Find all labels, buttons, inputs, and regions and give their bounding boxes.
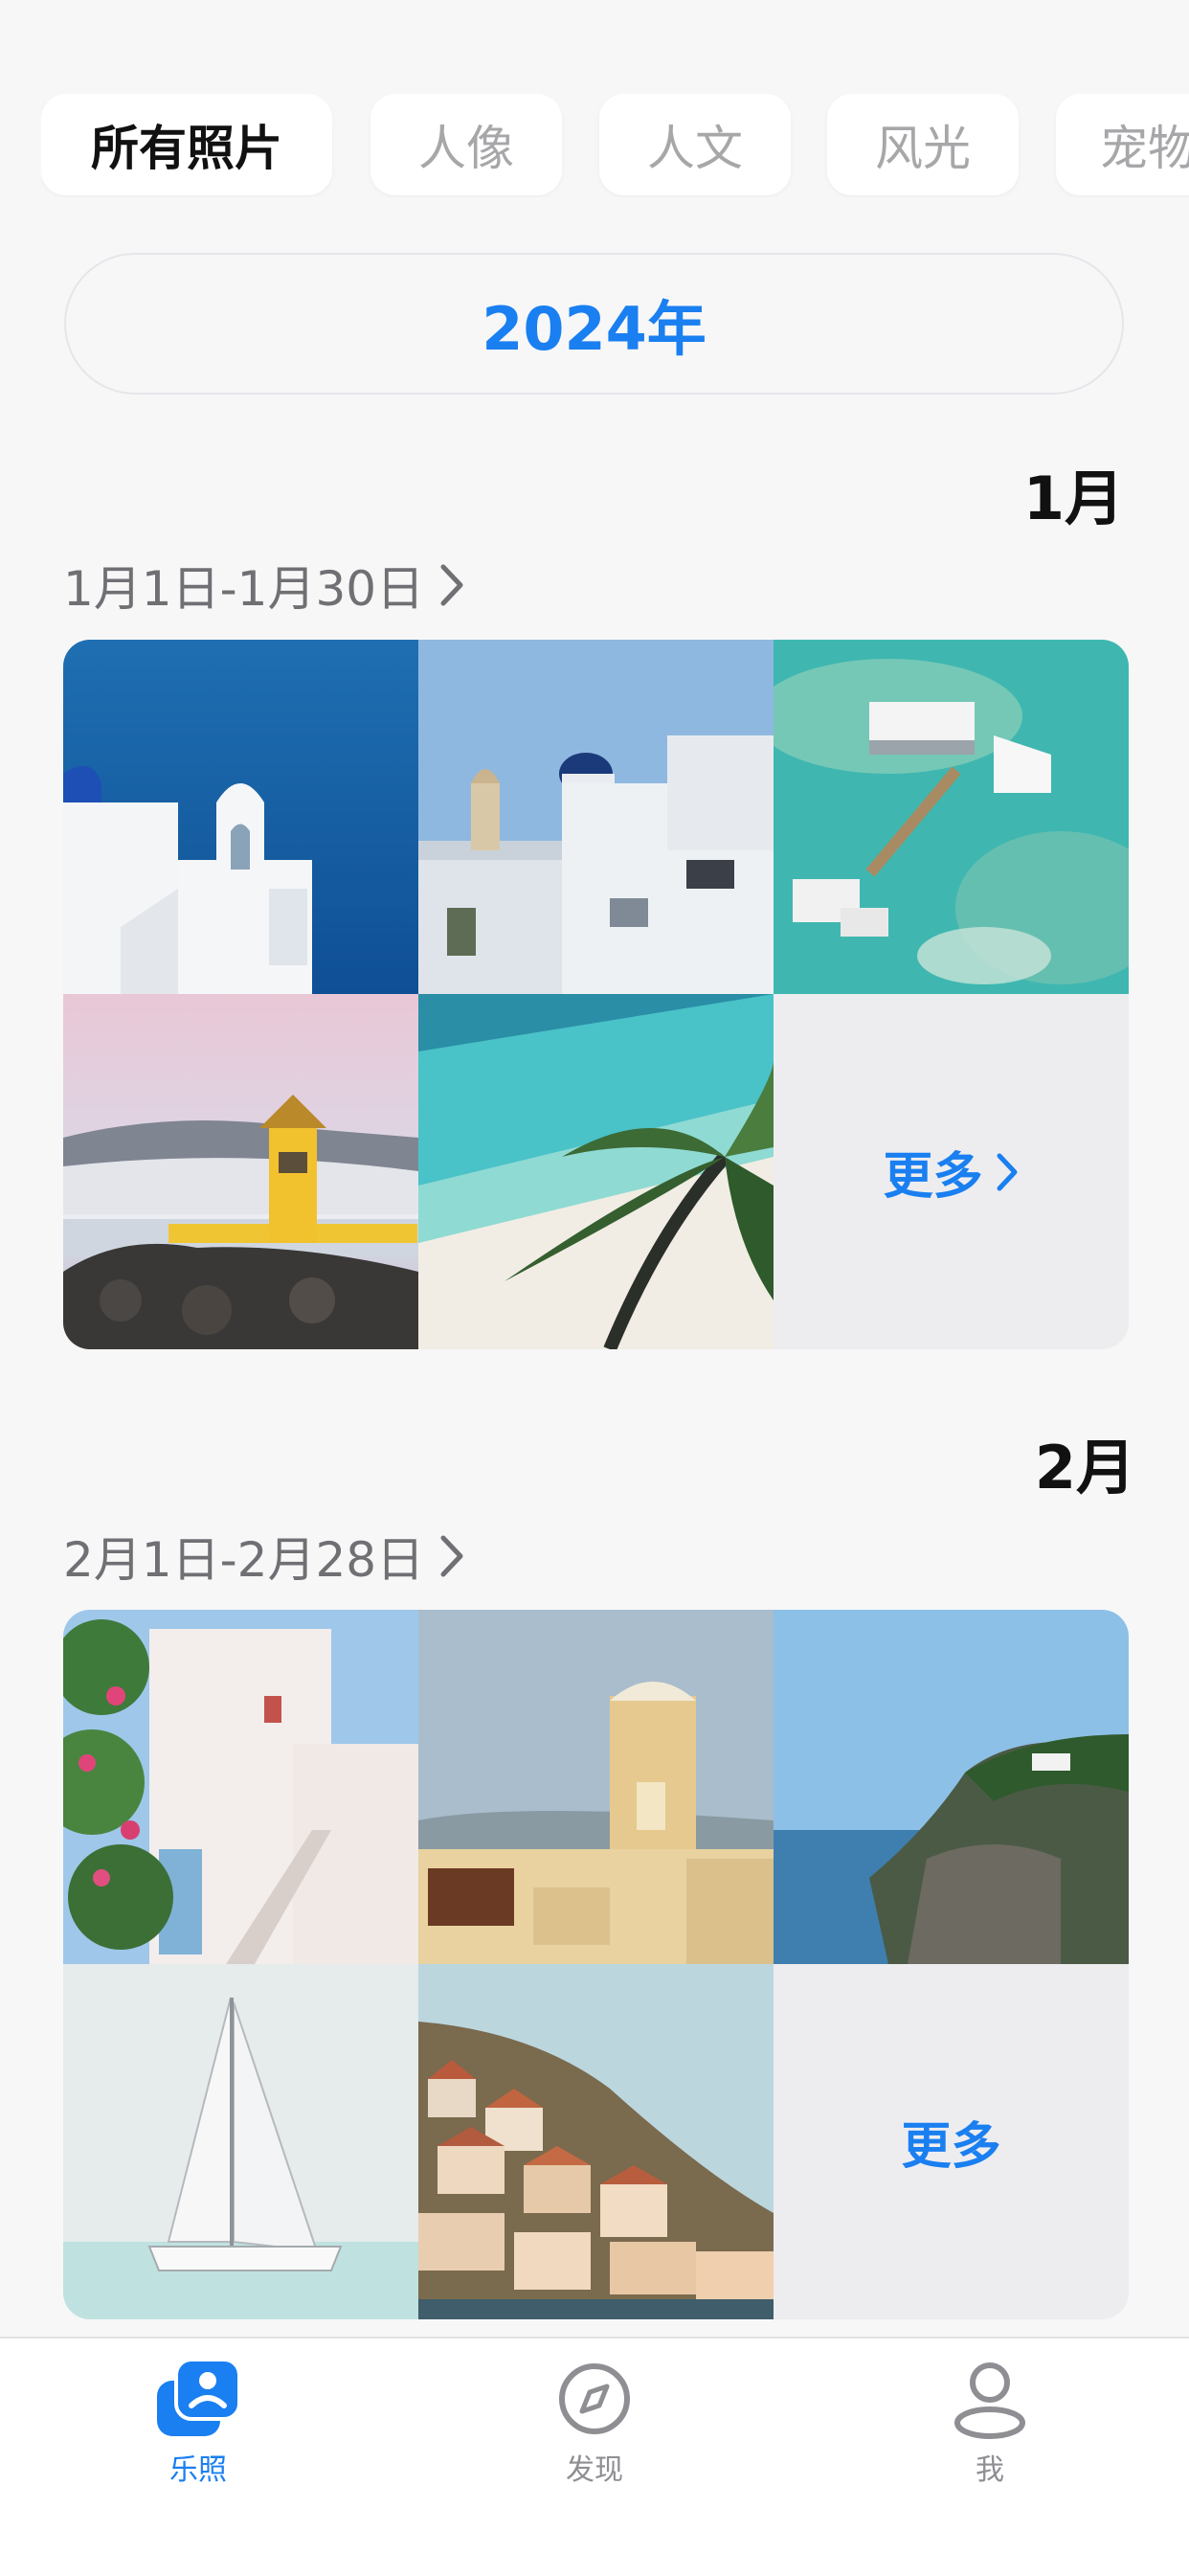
photo-tile[interactable] — [418, 994, 774, 1349]
tab-label: 发现 — [566, 2453, 623, 2487]
date-range-link-january[interactable]: 1月1日-1月30日 — [63, 552, 466, 619]
photo-tile[interactable] — [418, 1610, 774, 1964]
more-button-content: 更多 — [883, 1136, 1019, 1208]
date-range-label: 1月1日-1月30日 — [63, 561, 425, 617]
chip-culture[interactable]: 人文 — [599, 94, 791, 195]
month-title-january: 1月 — [1022, 463, 1124, 533]
chip-portrait[interactable]: 人像 — [370, 94, 562, 195]
tab-label: 我 — [976, 2453, 1004, 2487]
more-label: 更多 — [883, 1148, 983, 1206]
photo-tile[interactable] — [63, 1610, 418, 1964]
chip-label: 宠物 — [1100, 121, 1189, 176]
chevron-right-icon — [440, 1535, 463, 1577]
tab-photos[interactable]: 乐照 — [102, 2358, 294, 2501]
year-label: 2024年 — [482, 294, 707, 364]
photos-icon — [157, 2358, 241, 2436]
photo-white-village-church — [418, 640, 774, 994]
chip-label: 人像 — [418, 121, 514, 176]
chip-label: 人文 — [647, 121, 743, 176]
profile-icon — [954, 2362, 1025, 2439]
chip-label: 风光 — [875, 121, 971, 176]
chip-landscape[interactable]: 风光 — [827, 94, 1019, 195]
date-range-label: 2月1日-2月28日 — [63, 1532, 425, 1588]
photo-grid-january: 更多 — [63, 640, 1129, 1349]
photo-white-catamaran — [63, 1964, 418, 2319]
bottom-tab-bar: 乐照 发现 我 — [0, 2337, 1189, 2576]
tab-discover[interactable]: 发现 — [499, 2358, 690, 2501]
photo-tile[interactable] — [418, 1964, 774, 2319]
chip-label: 所有照片 — [91, 121, 282, 176]
photo-tile[interactable] — [63, 1964, 418, 2319]
photo-yellow-windmill-terrace — [418, 1610, 774, 1964]
photo-tile[interactable] — [774, 640, 1129, 994]
compass-icon — [559, 2363, 630, 2434]
photo-overwater-villa-reef — [774, 640, 1129, 994]
more-label: 更多 — [901, 2118, 1001, 2176]
chevron-right-icon — [997, 1153, 1017, 1190]
month-title-february: 2月 — [1034, 1433, 1135, 1503]
tab-me[interactable]: 我 — [894, 2358, 1086, 2501]
photo-tile[interactable] — [63, 640, 418, 994]
category-filter-bar: 所有照片 人像 人文 风光 宠物 — [41, 94, 1189, 197]
chip-all-photos[interactable]: 所有照片 — [41, 94, 332, 195]
date-range-link-february[interactable]: 2月1日-2月28日 — [63, 1523, 466, 1590]
photo-tile[interactable] — [63, 994, 418, 1349]
tab-label: 乐照 — [169, 2453, 227, 2487]
year-selector[interactable]: 2024年 — [64, 253, 1124, 395]
more-button-january[interactable]: 更多 — [774, 994, 1129, 1349]
photo-grid-february: 更多 — [63, 1610, 1129, 2319]
more-button-february[interactable]: 更多 — [774, 1964, 1129, 2319]
photo-yellow-lighthouse — [63, 994, 418, 1349]
photo-santorini-bell-tower — [63, 640, 418, 994]
photo-hillside-town — [418, 1964, 774, 2319]
photo-coastal-cliff — [774, 1610, 1129, 1964]
chevron-right-icon — [440, 564, 463, 606]
photo-white-house-bougainvillea — [63, 1610, 418, 1964]
chip-pets[interactable]: 宠物 — [1056, 94, 1189, 195]
photo-tile[interactable] — [774, 1610, 1129, 1964]
photo-beach-palm — [418, 994, 774, 1349]
photo-tile[interactable] — [418, 640, 774, 994]
